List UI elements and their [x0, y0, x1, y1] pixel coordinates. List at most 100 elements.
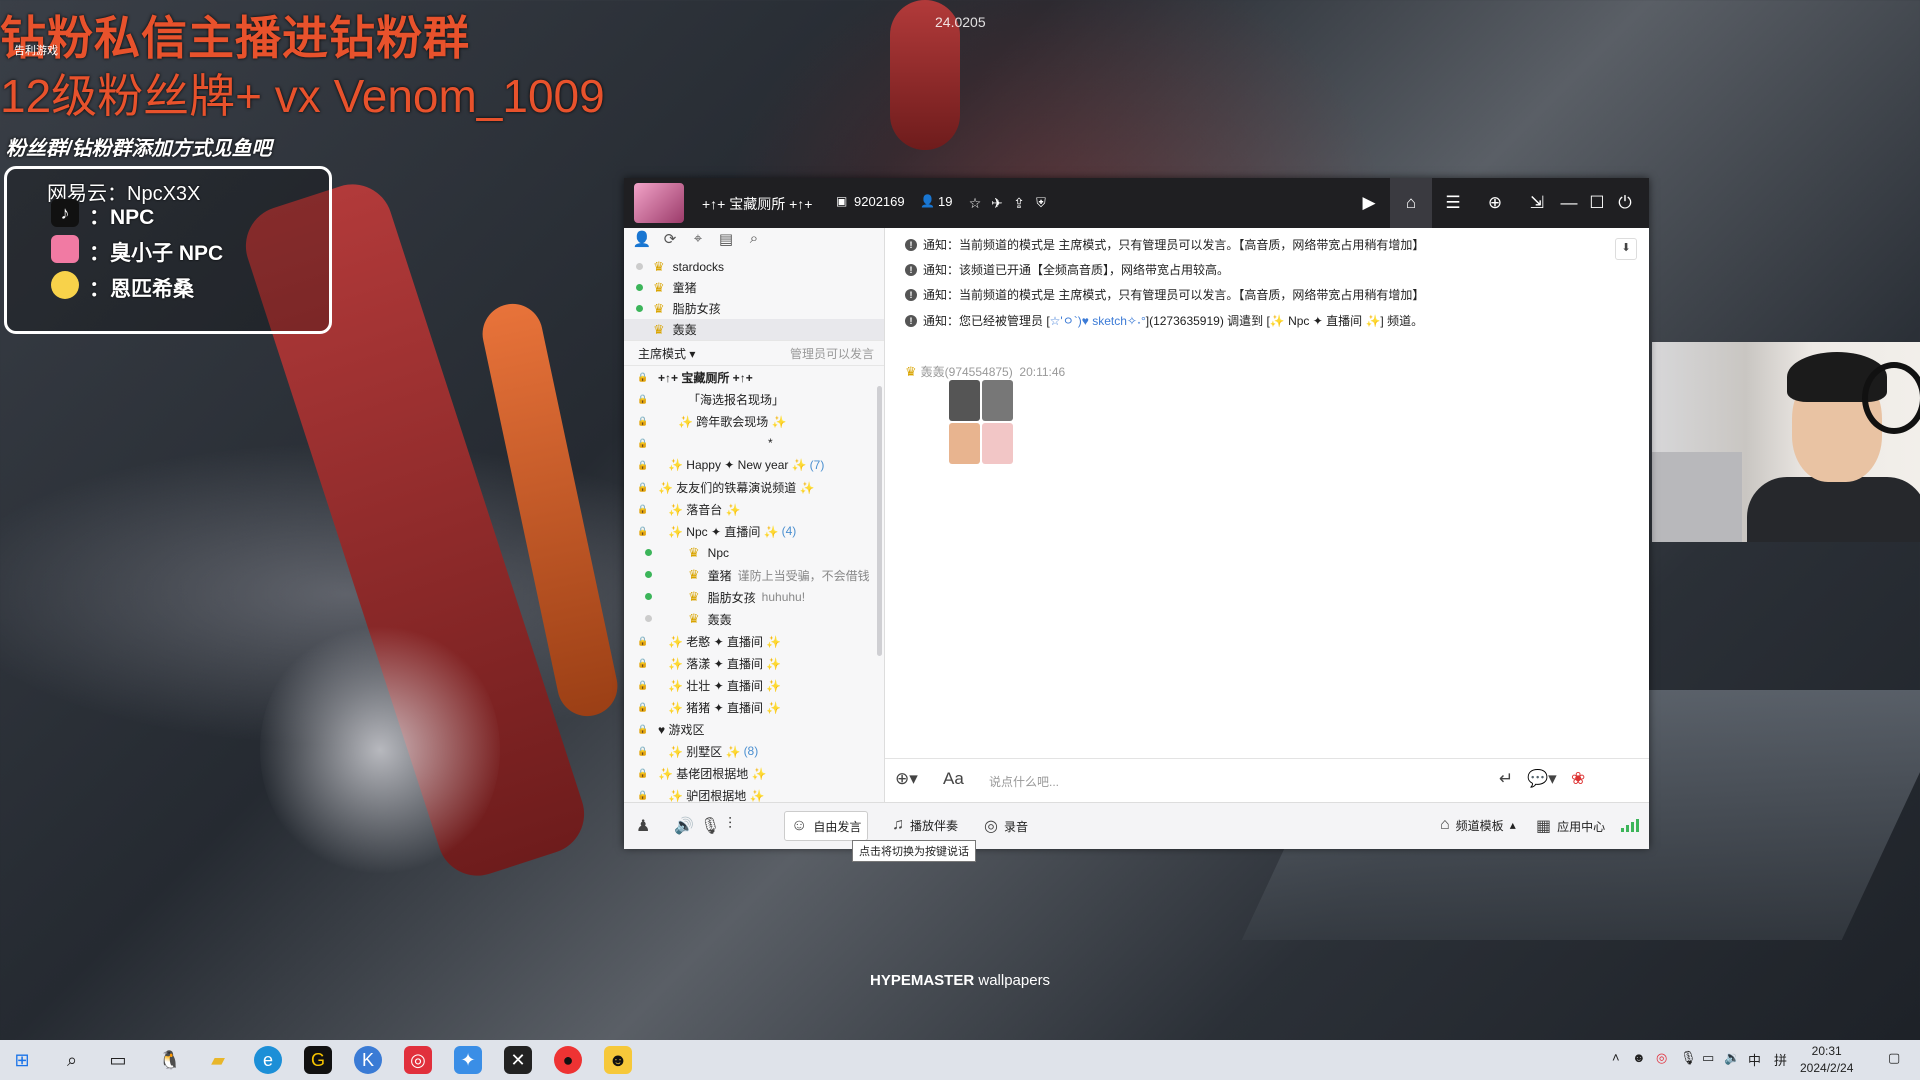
channel-row[interactable]: 🔒 ✨ 落漾 ✦ 直播间 ✨ [624, 652, 884, 674]
netease-music-icon[interactable]: ◎ [404, 1046, 432, 1074]
channel-scrollbar[interactable] [877, 386, 882, 656]
tray-volume-icon[interactable]: 🔉 [1724, 1050, 1740, 1066]
enter-icon[interactable]: ↵ [1499, 769, 1513, 789]
system-notice: ! 通知：您已经被管理员 [☆'ㅇ`)♥ sketch✧˖°](127363591… [905, 312, 1423, 329]
channel-row[interactable]: 🔒 「海选报名现场」 [624, 388, 884, 410]
app-red-icon[interactable]: ● [554, 1046, 582, 1074]
overlay-center-number: 24.0205 [935, 14, 986, 30]
download-icon[interactable]: ⬇ [1615, 238, 1637, 260]
mode-dropdown[interactable]: 主席模式 ▾ [638, 345, 695, 362]
channel-label: 「海选报名现场」 [688, 392, 785, 407]
member-row-selected[interactable]: ♛ 轰轰 [624, 319, 884, 340]
power-icon[interactable]: ⏻ [1612, 190, 1638, 216]
channel-label: ♥ 游戏区 [658, 722, 705, 737]
maximize-icon[interactable]: ☐ [1584, 190, 1610, 216]
minimize-icon[interactable]: — [1556, 190, 1582, 216]
channel-row[interactable]: 🔒 ✨ 落音台 ✨ [624, 498, 884, 520]
mixer-icon[interactable]: ⫶ [728, 816, 732, 834]
channel-user-row[interactable]: ♛ Npc [624, 542, 884, 564]
ime-indicator[interactable]: 中 [1748, 1050, 1761, 1069]
clock[interactable]: 20:31 2024/2/24 [1800, 1043, 1853, 1077]
window-titlebar[interactable]: +↑+ 宝藏厕所 +↑+ ▣ 9202169 👤 19 ☆ ✈ ⇪ ⛨ ▶ ⌂ … [624, 178, 1649, 228]
channel-user-row[interactable]: ♛ 童猪 谨防上当受骗，不会借钱 [624, 564, 884, 586]
app-k-icon[interactable]: K [354, 1046, 382, 1074]
voice-app-icon[interactable]: ☻ [604, 1046, 632, 1074]
taskview-icon[interactable]: ▭ [104, 1046, 132, 1074]
chat-bubble-icon[interactable]: 💬▾ [1527, 769, 1557, 789]
overlay-banner-1: 钻粉私信主播进钻粉群 [0, 12, 470, 64]
system-notice: ! 通知：当前频道的模式是 主席模式，只有管理员可以发言。【高音质，网络带宽占用稍… [905, 236, 1424, 253]
start-icon[interactable]: ⊞ [8, 1046, 36, 1074]
location-icon[interactable]: ⌖ [688, 230, 708, 254]
app-bird-icon[interactable]: ✦ [454, 1046, 482, 1074]
member-row[interactable]: ♛ 童猪 [624, 277, 884, 298]
tray-app-icon[interactable]: ☻ [1632, 1050, 1646, 1065]
online-dot [634, 548, 652, 558]
lock-icon: 🔒 [637, 767, 649, 778]
channel-label: ✨ 壮壮 ✦ 直播间 ✨ [668, 678, 782, 693]
notes-icon[interactable]: ▤ [716, 230, 736, 254]
channel-sidebar: 👤 ⟳ ⌖ ▤ ⌕ ♛ stardocks ♛ 童猪 ♛ 脂肪女孩 ♛ 轰轰 主席模式 … [624, 228, 885, 848]
translate-icon[interactable]: Aa [943, 769, 964, 789]
search-taskbar-icon[interactable]: ⌕ [58, 1046, 86, 1074]
ime-mode[interactable]: 拼 [1774, 1050, 1787, 1069]
message-input[interactable]: 说点什么吧... [989, 773, 1059, 790]
user-signature: 谨防上当受骗，不会借钱 [737, 568, 870, 583]
gamepad-icon[interactable]: ⊕ [1482, 190, 1508, 216]
member-row[interactable]: ♛ stardocks [624, 256, 884, 277]
room-id: 9202169 [854, 194, 905, 209]
channel-row[interactable]: 🔒 ♥ 游戏区 [624, 718, 884, 740]
list-icon[interactable]: ☰ [1440, 190, 1466, 216]
channel-row[interactable]: 🔒 * [624, 432, 884, 454]
flower-icon[interactable]: ❀ [1571, 769, 1585, 789]
obs-icon[interactable]: ✕ [504, 1046, 532, 1074]
tray-mic-icon[interactable]: 🎙 [1680, 1050, 1697, 1066]
search-icon[interactable]: ⌕ [744, 230, 764, 254]
channel-row[interactable]: 🔒 ✨ 别墅区 ✨ (8) [624, 740, 884, 762]
collapse-icon[interactable]: ⇲ [1524, 190, 1550, 216]
tray-display-icon[interactable]: ▭ [1702, 1050, 1714, 1066]
edge-icon[interactable]: e [254, 1046, 282, 1074]
gamepad-emoji-icon[interactable]: ⊕▾ [895, 769, 918, 789]
channel-user-row[interactable]: ♛ 脂肪女孩 huhuhu! [624, 586, 884, 608]
channel-row[interactable]: 🔒 ✨ 基佬团根据地 ✨ [624, 762, 884, 784]
app-g-icon[interactable]: G [304, 1046, 332, 1074]
channel-label: ✨ 驴团根据地 ✨ [668, 788, 765, 803]
app-center-button[interactable]: ▦ 应用中心 [1536, 816, 1605, 836]
channel-row[interactable]: 🔒 ✨ Npc ✦ 直播间 ✨ (4) [624, 520, 884, 542]
tray-netease-icon[interactable]: ◎ [1656, 1050, 1667, 1066]
speaker-icon[interactable]: 🔊 [674, 816, 694, 836]
channel-row[interactable]: 🔒 ✨ 老憨 ✦ 直播间 ✨ [624, 630, 884, 652]
channel-avatar[interactable] [634, 183, 684, 223]
user-avatar-button[interactable]: ♟ [636, 816, 650, 836]
contacts-icon[interactable]: 👤 [632, 230, 652, 254]
bilibili-icon [51, 235, 79, 263]
lock-icon: 🔒 [637, 745, 649, 756]
mic-icon[interactable]: 🎙 [700, 816, 720, 836]
play-music-button[interactable]: ♫ 播放伴奏 [892, 816, 958, 834]
channel-row[interactable]: 🔒 ✨ 跨年歌会现场 ✨ [624, 410, 884, 432]
home-icon[interactable]: ⌂ [1390, 178, 1432, 228]
history-icon[interactable]: ⟳ [660, 230, 680, 254]
channel-row[interactable]: 🔒 ✨ 壮壮 ✦ 直播间 ✨ [624, 674, 884, 696]
free-speak-button[interactable]: ☺ 自由发言 [784, 811, 869, 841]
shield-icon[interactable]: ⛨ [1028, 190, 1054, 216]
video-icon[interactable]: ▶ [1356, 190, 1382, 216]
channel-user-row[interactable]: ♛ 轰轰 [624, 608, 884, 630]
channel-row[interactable]: 🔒 ✨ Happy ✦ New year ✨ (7) [624, 454, 884, 476]
notification-icon[interactable]: ▢ [1888, 1050, 1900, 1066]
channel-count: (8) [743, 744, 759, 758]
sticker-image[interactable] [949, 380, 1013, 464]
channel-template-button[interactable]: ⌂ 频道模板 ▴ [1440, 816, 1516, 834]
channel-label: ✨ Happy ✦ New year ✨ [668, 458, 807, 472]
channel-row[interactable]: 🔒 ✨ 猪猪 ✦ 直播间 ✨ [624, 696, 884, 718]
channel-row[interactable]: 🔒 ✨ 友友们的铁幕演说频道 ✨ [624, 476, 884, 498]
channel-label: ✨ 落音台 ✨ [668, 502, 741, 517]
folder-icon[interactable]: ▰ [204, 1046, 232, 1074]
online-count-icon: 👤 [920, 194, 935, 208]
record-button[interactable]: ◎ 录音 [984, 816, 1028, 836]
qq-icon[interactable]: 🐧 [156, 1046, 184, 1074]
member-row[interactable]: ♛ 脂肪女孩 [624, 298, 884, 319]
channel-row[interactable]: 🔒 +↑+ 宝藏厕所 +↑+ [624, 366, 884, 388]
tray-chevron-icon[interactable]: ˄ [1612, 1050, 1620, 1065]
